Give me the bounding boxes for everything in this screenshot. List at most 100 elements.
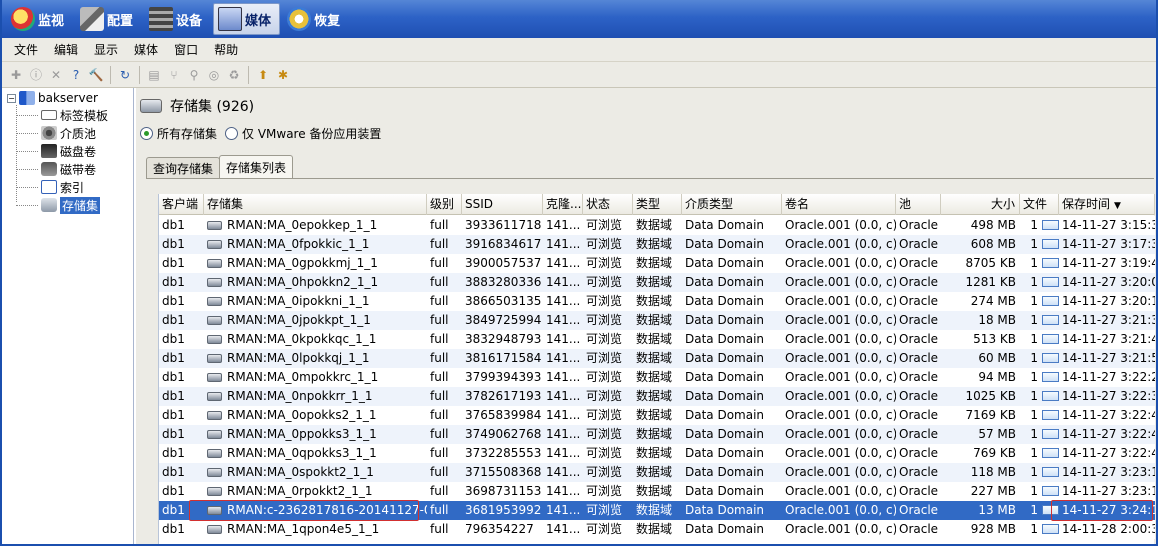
cell-text: RMAN:c-2362817816-20141127-01 — [227, 503, 427, 517]
recycle-icon[interactable]: ♻ — [226, 67, 242, 83]
refresh-icon[interactable]: ↻ — [117, 67, 133, 83]
radio-all-label[interactable]: 所有存储集 — [157, 125, 217, 142]
table-row[interactable]: db1 RMAN:MA_0npokkrr_1_1 full 3782617193 141… — [159, 387, 1155, 406]
table-row[interactable]: db1 RMAN:MA_0lpokkqj_1_1 full 3816171584 141… — [159, 349, 1155, 368]
column-header-media-type[interactable]: 介质类型 — [682, 194, 782, 215]
info-icon[interactable]: ⓘ — [28, 67, 44, 83]
table-row[interactable]: db1 RMAN:MA_1qpon4e5_1_1 full 796354227 141.… — [159, 520, 1155, 539]
export-icon[interactable]: ⬆ — [255, 67, 271, 83]
table-row[interactable]: db1 RMAN:MA_0opokks2_1_1 full 3765839984 141… — [159, 406, 1155, 425]
column-header-volume[interactable]: 卷名 — [782, 194, 896, 215]
tree-item-media-pool[interactable]: 介质池 — [41, 124, 96, 142]
nav-item-restore[interactable]: 恢复 — [282, 3, 349, 35]
table-row[interactable]: db1 RMAN:MA_0epokkep_1_1 full 3933611718 141… — [159, 216, 1155, 235]
column-header-ssid[interactable]: SSID — [462, 194, 543, 215]
tree-item-save-set[interactable]: 存储集 — [41, 196, 101, 214]
tab-query-save-sets[interactable]: 查询存储集 — [146, 157, 221, 178]
tree-item-root[interactable]: − bakserver — [7, 89, 98, 107]
filter-icon[interactable]: ⑂ — [166, 67, 182, 83]
cell-text: 1 — [1030, 446, 1038, 460]
radio-vmware-label[interactable]: 仅 VMware 备份应用装置 — [242, 125, 381, 142]
cell-client: db1 — [159, 387, 204, 406]
toolbar-separator — [248, 65, 249, 84]
table-row[interactable]: db1 RMAN:MA_0hpokkn2_1_1 full 3883280336 141… — [159, 273, 1155, 292]
table-row[interactable]: db1 RMAN:MA_0fpokkic_1_1 full 3916834617 141… — [159, 235, 1155, 254]
top-nav: 监视 配置 设备 媒体 恢复 — [2, 0, 1156, 38]
table-row[interactable]: db1 RMAN:MA_0kpokkqc_1_1 full 3832948793 141… — [159, 330, 1155, 349]
column-header-level[interactable]: 级别 — [427, 194, 462, 215]
cell-text: db1 — [162, 351, 185, 365]
radio-all-save-sets[interactable] — [140, 126, 153, 140]
target-icon[interactable]: ◎ — [206, 67, 222, 83]
column-header-label: 大小 — [990, 197, 1015, 211]
column-header-type[interactable]: 类型 — [633, 194, 682, 215]
tree-item-label-template[interactable]: 标签模板 — [41, 106, 108, 124]
tab-strip: 查询存储集 存储集列表 — [146, 155, 294, 178]
cell-save-set: RMAN:MA_0epokkep_1_1 — [204, 216, 427, 235]
filter-radios: 所有存储集 仅 VMware 备份应用装置 — [140, 124, 389, 142]
search-icon[interactable]: ⚲ — [186, 67, 202, 83]
cell-text: full — [430, 503, 449, 517]
cell-text: Data Domain — [685, 484, 765, 498]
cell-text: db1 — [162, 237, 185, 251]
cell-files: 1 — [1020, 387, 1059, 406]
add-icon[interactable]: ✚ — [8, 67, 24, 83]
column-header-client[interactable]: 客户端 — [159, 194, 204, 215]
table-row[interactable]: db1 RMAN:MA_0mpokkrc_1_1 full 3799394393 141… — [159, 368, 1155, 387]
table-row[interactable]: db1 RMAN:MA_0ipokkni_1_1 full 3866503135 141… — [159, 292, 1155, 311]
table-row[interactable]: db1 RMAN:c-2362817816-20141127-01 full 3681… — [159, 501, 1155, 520]
column-header-save-set[interactable]: 存储集 — [204, 194, 427, 215]
cell-text: 数据域 — [636, 313, 673, 327]
cell-volume: Oracle.001 (0.0, c) — [782, 292, 896, 311]
cell-ssid: 3916834617 — [462, 235, 543, 254]
table-row[interactable]: db1 RMAN:MA_0rpokkt2_1_1 full 3698731153 141… — [159, 482, 1155, 501]
tree-item-disk-volume[interactable]: 磁盘卷 — [41, 142, 96, 160]
table-row[interactable]: db1 RMAN:MA_0gpokkmj_1_1 full 3900057537 141… — [159, 254, 1155, 273]
menu-item-1[interactable]: 编辑 — [46, 41, 86, 58]
nav-item-monitor[interactable]: 监视 — [6, 3, 73, 35]
column-header-size[interactable]: 大小 — [941, 194, 1020, 215]
delete-icon[interactable]: ✕ — [48, 67, 64, 83]
star-icon[interactable]: ✱ — [275, 67, 291, 83]
table-row[interactable]: db1 RMAN:MA_0ppokks3_1_1 full 3749062768 141… — [159, 425, 1155, 444]
cell-ssid: 3816171584 — [462, 349, 543, 368]
cell-text: RMAN:MA_1qpon4e5_1_1 — [227, 522, 380, 536]
column-header-save-time[interactable]: 保存时间 ▼ — [1059, 194, 1155, 215]
column-header-pool[interactable]: 池 — [896, 194, 941, 215]
cell-files: 1 — [1020, 368, 1059, 387]
cell-text: 3681953992 — [465, 503, 542, 517]
menu-item-4[interactable]: 窗口 — [166, 41, 206, 58]
save-set-icon — [207, 411, 222, 420]
table-row[interactable]: db1 RMAN:MA_0spokkt2_1_1 full 3715508368 141… — [159, 463, 1155, 482]
cell-text: Data Domain — [685, 427, 765, 441]
page-title: 存储集 (926) — [170, 99, 255, 115]
table-row[interactable]: db1 RMAN:MA_0jpokkpt_1_1 full 3849725994 141… — [159, 311, 1155, 330]
cell-size: 13 MB — [941, 501, 1020, 520]
cell-save-time: 14-11-27 3:21:33 — [1059, 311, 1155, 330]
radio-vmware-only[interactable] — [225, 126, 239, 140]
menu-item-5[interactable]: 帮助 — [206, 41, 246, 58]
column-header-files[interactable]: 文件 — [1020, 194, 1059, 215]
help-icon[interactable]: ? — [68, 67, 84, 83]
cell-text: RMAN:MA_0spokkt2_1_1 — [227, 465, 374, 479]
menu-item-2[interactable]: 显示 — [86, 41, 126, 58]
nav-item-config[interactable]: 配置 — [75, 3, 142, 35]
nav-item-media[interactable]: 媒体 — [213, 3, 281, 35]
tools-icon[interactable]: 🔨 — [88, 67, 104, 83]
cell-status: 可浏览 — [583, 349, 633, 368]
cell-text: 141... — [546, 408, 581, 422]
copy-icon[interactable]: ▤ — [146, 67, 162, 83]
cell-text: 3849725994 — [465, 313, 542, 327]
cell-status: 可浏览 — [583, 444, 633, 463]
table-row[interactable]: db1 RMAN:MA_0qpokks3_1_1 full 3732285553 141… — [159, 444, 1155, 463]
column-header-clone[interactable]: 克隆... — [543, 194, 583, 215]
menu-item-0[interactable]: 文件 — [6, 41, 46, 58]
cell-text: Oracle — [899, 484, 939, 498]
menu-item-3[interactable]: 媒体 — [126, 41, 166, 58]
collapse-icon[interactable]: − — [7, 93, 16, 103]
tree-item-tape-volume[interactable]: 磁带卷 — [41, 160, 96, 178]
tab-save-set-list[interactable]: 存储集列表 — [219, 155, 294, 178]
tree-item-index[interactable]: 索引 — [41, 178, 84, 196]
column-header-status[interactable]: 状态 — [583, 194, 633, 215]
nav-item-device[interactable]: 设备 — [144, 3, 211, 35]
